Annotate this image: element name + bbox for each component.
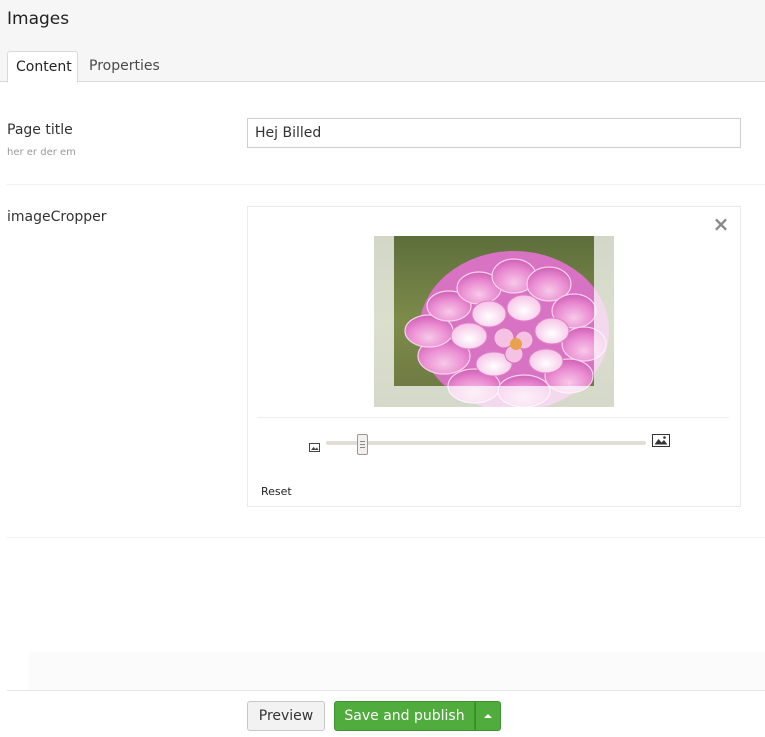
image-large-icon: [652, 432, 670, 447]
property-divider: [7, 184, 765, 185]
publish-options-button[interactable]: [475, 701, 501, 731]
tab-properties[interactable]: Properties: [81, 51, 171, 83]
cropper-separator: [257, 417, 729, 418]
editor-header: Images Content Properties: [0, 0, 765, 83]
caret-up-icon: [484, 714, 492, 718]
close-icon[interactable]: ×: [711, 214, 731, 234]
image-small-icon: [309, 437, 320, 452]
zoom-slider-track[interactable]: [326, 441, 646, 445]
page-title-input[interactable]: [247, 118, 741, 148]
tab-content[interactable]: Content: [7, 51, 78, 83]
crop-image[interactable]: [374, 236, 614, 407]
footer-divider: [7, 690, 765, 691]
property-divider: [7, 537, 765, 538]
save-and-publish-button[interactable]: Save and publish: [334, 701, 475, 731]
zoom-slider-handle[interactable]: [357, 434, 368, 455]
image-cropper-label: imageCropper: [7, 209, 107, 225]
preview-button[interactable]: Preview: [247, 701, 325, 731]
page-title-label: Page title: [7, 122, 73, 138]
footer-band: [29, 652, 765, 690]
reset-link[interactable]: Reset: [261, 485, 292, 498]
page-title: Images: [7, 9, 70, 29]
page-title-description: her er der em: [7, 147, 76, 158]
